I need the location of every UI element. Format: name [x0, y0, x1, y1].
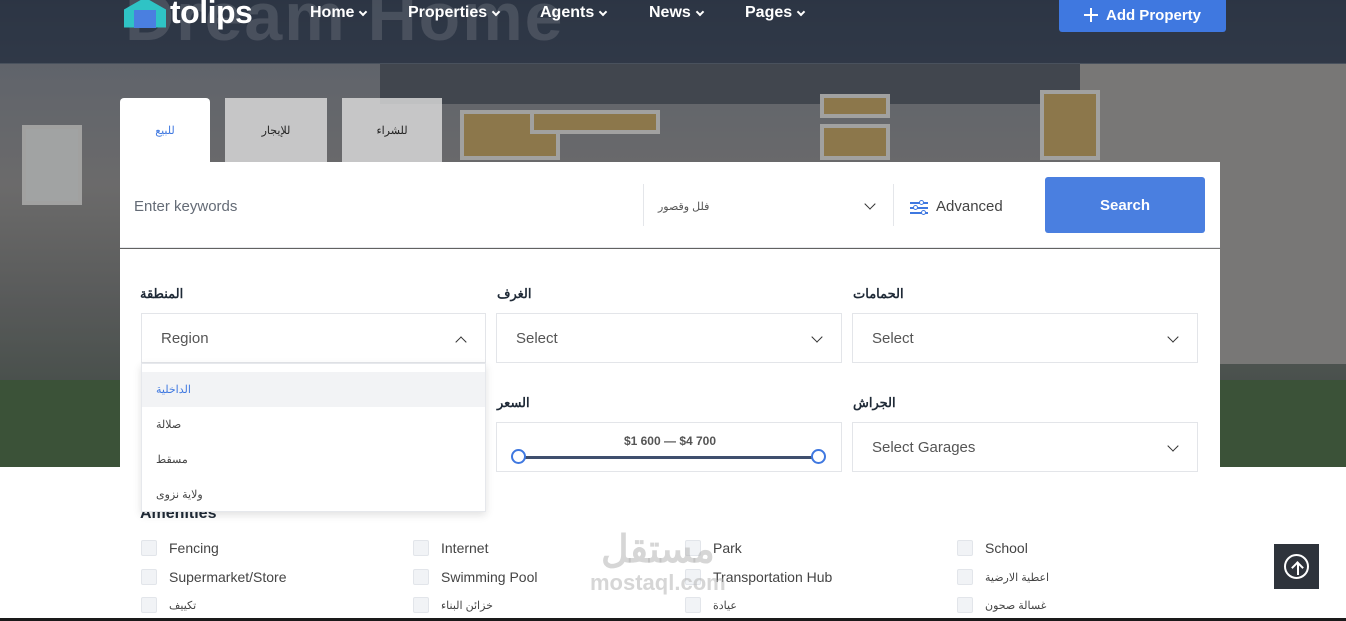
- checkbox[interactable]: [957, 597, 973, 613]
- nav-news[interactable]: News: [649, 4, 705, 22]
- checkbox[interactable]: [685, 597, 701, 613]
- chevron-down-icon: [811, 331, 823, 343]
- tab-to-buy[interactable]: للشراء: [342, 98, 442, 162]
- rooms-label: الغرف: [497, 286, 532, 301]
- amenity-checkbox[interactable]: خزائن البناء: [413, 597, 493, 613]
- chevron-down-icon: [1167, 440, 1179, 452]
- slider-track: [519, 456, 819, 459]
- garage-label: الجراش: [853, 395, 896, 410]
- tab-for-rent[interactable]: للإيجار: [225, 98, 327, 162]
- region-label: المنطقة: [140, 286, 184, 301]
- divider: [893, 184, 894, 226]
- slider-min-handle[interactable]: [511, 449, 526, 464]
- sliders-icon: [910, 199, 928, 215]
- checkbox[interactable]: [957, 540, 973, 556]
- region-dropdown-menu: الداخلية صلالة مسقط ولاية نزوى: [141, 363, 486, 512]
- baths-select[interactable]: Select: [852, 313, 1198, 363]
- nav-agents[interactable]: Agents: [540, 4, 608, 22]
- checkbox[interactable]: [141, 569, 157, 585]
- price-label: السعر: [497, 395, 530, 410]
- search-bar: Enter keywords فلل وقصور Advanced Search: [120, 162, 1220, 248]
- top-navbar: Dream Home tolips Home Properties Agents…: [0, 0, 1346, 64]
- region-option[interactable]: ولاية نزوى: [142, 477, 485, 512]
- amenity-checkbox[interactable]: Swimming Pool: [413, 569, 537, 585]
- region-select[interactable]: Region: [141, 313, 486, 363]
- logo[interactable]: tolips: [124, 0, 253, 31]
- amenity-checkbox[interactable]: Supermarket/Store: [141, 569, 287, 585]
- rooms-select[interactable]: Select: [496, 313, 842, 363]
- slider-max-handle[interactable]: [811, 449, 826, 464]
- tab-for-sale[interactable]: للبيع: [120, 98, 210, 162]
- search-button[interactable]: Search: [1045, 177, 1205, 233]
- chevron-down-icon: [491, 7, 501, 16]
- price-range-slider: $1 600 — $4 700: [496, 422, 842, 472]
- chevron-down-icon: [598, 7, 608, 16]
- chevron-down-icon: [796, 7, 806, 16]
- checkbox[interactable]: [141, 540, 157, 556]
- nav-pages[interactable]: Pages: [745, 4, 806, 22]
- nav-home[interactable]: Home: [310, 4, 368, 22]
- keywords-input[interactable]: Enter keywords: [134, 198, 237, 215]
- amenity-checkbox[interactable]: School: [957, 540, 1028, 556]
- add-property-button[interactable]: Add Property: [1059, 0, 1226, 32]
- garage-select[interactable]: Select Garages: [852, 422, 1198, 472]
- watermark: مستقل mostaql.com: [590, 529, 726, 595]
- house-logo-icon: [124, 0, 166, 28]
- divider: [643, 184, 644, 226]
- amenity-checkbox[interactable]: Fencing: [141, 540, 219, 556]
- amenity-checkbox[interactable]: اعطية الارضية: [957, 569, 1049, 585]
- chevron-down-icon: [695, 7, 705, 16]
- amenity-checkbox[interactable]: عيادة: [685, 597, 737, 613]
- checkbox[interactable]: [413, 597, 429, 613]
- chevron-down-icon: [864, 198, 876, 210]
- logo-text: tolips: [170, 0, 253, 30]
- region-option[interactable]: صلالة: [142, 407, 485, 442]
- amenity-checkbox[interactable]: غسالة صحون: [957, 597, 1046, 613]
- chevron-down-icon: [1167, 331, 1179, 343]
- scroll-to-top-button[interactable]: [1274, 544, 1319, 589]
- amenity-checkbox[interactable]: تكييف: [141, 597, 196, 613]
- region-option[interactable]: مسقط: [142, 442, 485, 477]
- plus-icon: [1083, 8, 1098, 22]
- baths-label: الحمامات: [853, 286, 904, 301]
- arrow-up-circle-icon: [1284, 554, 1309, 579]
- region-option[interactable]: الداخلية: [142, 372, 485, 407]
- checkbox[interactable]: [957, 569, 973, 585]
- checkbox[interactable]: [413, 569, 429, 585]
- checkbox[interactable]: [141, 597, 157, 613]
- property-type-select[interactable]: فلل وقصور: [658, 200, 709, 213]
- checkbox[interactable]: [413, 540, 429, 556]
- amenity-checkbox[interactable]: Internet: [413, 540, 488, 556]
- price-range-text: $1 600 — $4 700: [623, 434, 717, 448]
- advanced-toggle[interactable]: Advanced: [910, 198, 1003, 215]
- chevron-up-icon: [455, 336, 467, 348]
- chevron-down-icon: [359, 7, 368, 16]
- nav-properties[interactable]: Properties: [408, 4, 501, 22]
